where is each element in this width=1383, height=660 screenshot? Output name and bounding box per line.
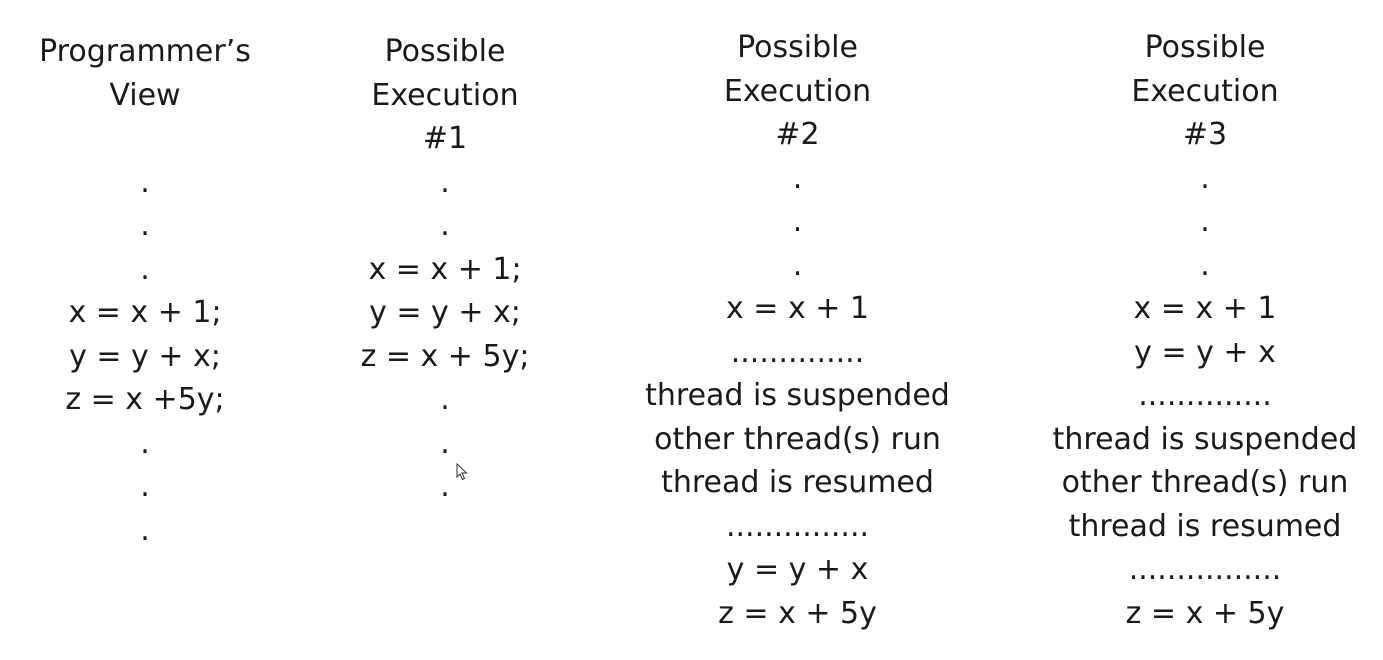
code-line: . (440, 469, 450, 504)
column-possible-execution-1: Possible Execution #1 . . x = x + 1; y =… (335, 30, 555, 509)
code-line: y = y + x; (69, 338, 221, 374)
code-line: thread is suspended (1052, 421, 1358, 457)
code-line: other thread(s) run (654, 421, 941, 457)
column-title-line: View (109, 77, 181, 113)
code-line: other thread(s) run (1061, 465, 1349, 500)
column-title-line: #2 (775, 117, 820, 152)
code-line: . (792, 160, 803, 196)
code-line: .............. (1138, 378, 1272, 413)
mouse-pointer-icon (456, 463, 468, 481)
code-line: z = x +5y; (65, 382, 225, 417)
code-line: z = x + 5y; (360, 338, 530, 374)
code-line: . (440, 208, 450, 243)
code-line: ............... (725, 508, 870, 544)
column-title-line: Possible (737, 30, 858, 65)
code-line: . (140, 208, 150, 243)
code-line: thread is resumed (661, 465, 934, 500)
column-title-line: Programmer’s (39, 34, 251, 69)
code-line: .............. (730, 334, 865, 370)
code-line: . (140, 425, 150, 461)
code-line: z = x + 5y (1125, 595, 1285, 631)
code-line: . (792, 247, 803, 283)
code-line: y = y + x (726, 552, 869, 587)
column-title-line: #1 (422, 121, 468, 156)
code-line: . (1200, 247, 1210, 283)
code-line: x = x + 1; (68, 295, 222, 330)
code-line: y = y + x (1134, 334, 1276, 370)
column-title-line: Execution (1131, 73, 1279, 109)
code-line: . (1200, 160, 1210, 196)
code-line: . (440, 164, 450, 200)
code-line: ................ (1128, 552, 1282, 587)
column-title-line: Execution (371, 77, 519, 113)
column-possible-execution-2: Possible Execution #2 . . . x = x + 1 ..… (630, 26, 965, 635)
code-line: thread is suspended (645, 378, 950, 413)
code-line: . (440, 425, 450, 461)
code-line: y = y + x; (369, 295, 521, 330)
code-line: . (440, 382, 450, 417)
code-line: . (140, 512, 150, 548)
column-title-line: Execution (723, 73, 872, 109)
code-line: . (140, 469, 150, 504)
code-line: . (140, 251, 150, 287)
code-line: z = x + 5y (718, 595, 877, 631)
column-title-line: Possible (1144, 30, 1266, 65)
code-line: thread is resumed (1068, 508, 1342, 544)
code-line: x = x + 1 (725, 291, 869, 326)
code-line: x = x + 1 (1133, 291, 1277, 326)
column-title-line: Possible (384, 34, 506, 69)
column-title-line: #3 (1182, 117, 1228, 152)
code-line: . (140, 164, 150, 200)
column-programmers-view: Programmer’s View . . . x = x + 1; y = y… (30, 30, 260, 552)
column-possible-execution-3: Possible Execution #3 . . . x = x + 1 y … (1040, 26, 1370, 635)
code-line: . (1200, 204, 1210, 239)
code-line: . (792, 204, 803, 239)
code-line: x = x + 1; (368, 251, 522, 287)
